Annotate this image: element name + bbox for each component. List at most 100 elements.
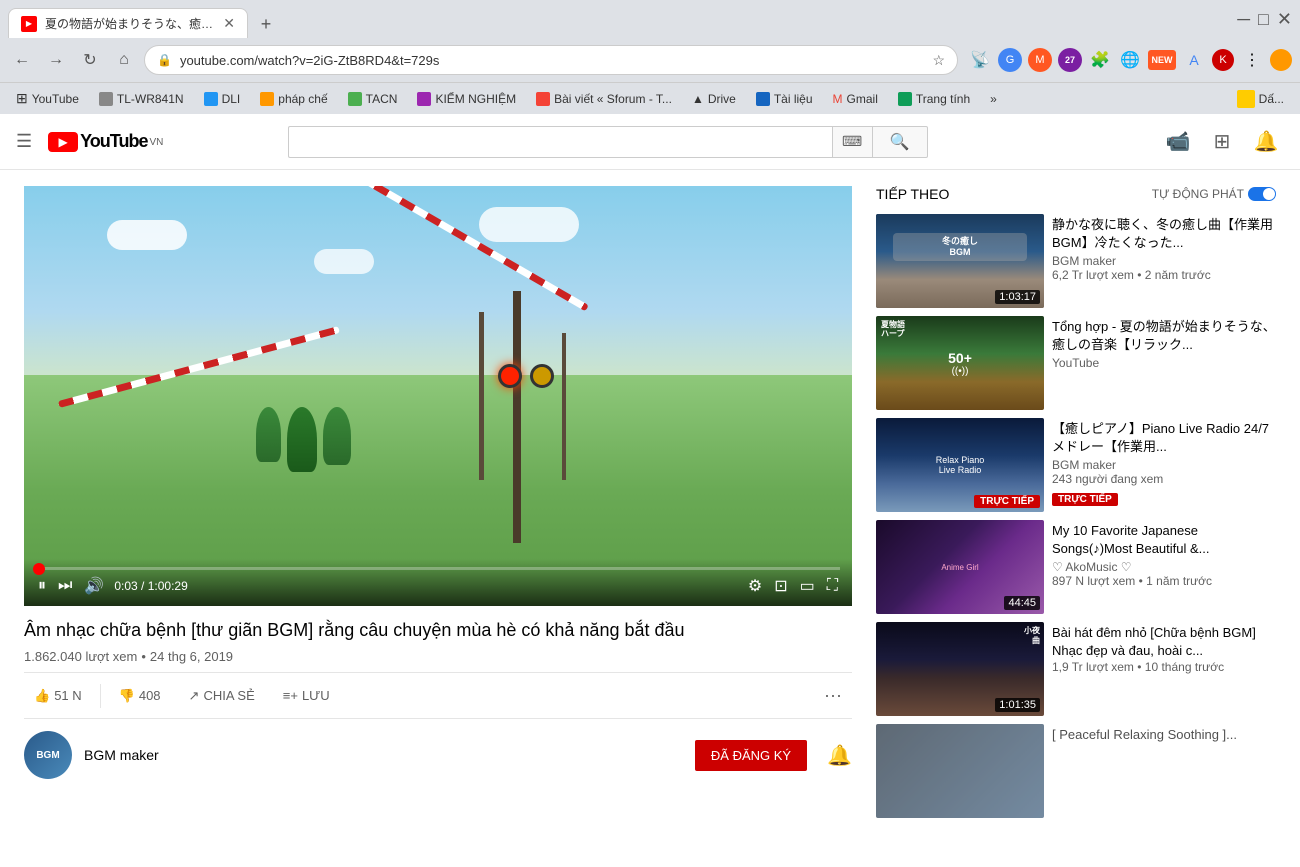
dislike-button[interactable]: 👎 408 — [109, 682, 171, 710]
bookmark-docs[interactable]: Tài liệu — [748, 90, 821, 108]
ext-icon-5[interactable]: 🌐 — [1118, 48, 1142, 72]
bookmark-router[interactable]: TL-WR841N — [91, 90, 192, 108]
new-tab-button[interactable]: + — [252, 10, 280, 38]
active-tab[interactable]: 夏の物語が始まりそうな、癒し... ✕ — [8, 8, 248, 38]
notification-button[interactable]: 🔔 — [1248, 124, 1284, 160]
bookmark-phap-che[interactable]: pháp chế — [252, 90, 335, 108]
bookmark-dli[interactable]: DLI — [196, 90, 249, 108]
bookmark-more[interactable]: » — [982, 90, 1005, 108]
tree-1 — [256, 407, 281, 462]
sidebar-video-2[interactable]: 夏物語ハープ 50+ ((•)) Tổng hợp - 夏の物語が始まりそうな、… — [876, 316, 1276, 410]
channel-avatar[interactable]: BGM — [24, 731, 72, 779]
close-button[interactable]: ✕ — [1277, 9, 1292, 30]
channel-name[interactable]: BGM maker — [84, 747, 159, 763]
cloud-3 — [314, 249, 374, 274]
sidebar-thumb-3: Relax PianoLive Radio TRỰC TIẾP — [876, 418, 1044, 512]
sidebar-video-title-1: 静かな夜に聴く、冬の癒し曲【作業用BGM】冷たくなった... — [1052, 216, 1276, 252]
ext-red-icon[interactable]: K — [1212, 49, 1234, 71]
volume-button[interactable]: 🔊 — [82, 574, 106, 598]
sidebar-video-1[interactable]: 冬の癒しBGM 1:03:17 静かな夜に聴く、冬の癒し曲【作業用BGM】冷たく… — [876, 214, 1276, 308]
share-button[interactable]: ↗ CHIA SẺ — [179, 682, 265, 710]
bookmark-sheets[interactable]: Trang tính — [890, 90, 978, 108]
sidebar-video-4[interactable]: Anime Girl 44:45 My 10 Favorite Japanese… — [876, 520, 1276, 614]
apps-button[interactable]: ⊞ — [1204, 124, 1240, 160]
sidebar-video-5[interactable]: 小夜曲 1:01:35 Bài hát đêm nhỏ [Chữa bệnh B… — [876, 622, 1276, 716]
bookmark-kiem-nghiem[interactable]: KIỂM NGHIỆM — [409, 90, 524, 108]
theater-button[interactable]: ▭ — [798, 574, 817, 598]
play-pause-button[interactable]: ⏸ — [36, 575, 48, 597]
bookmark-tacn[interactable]: TACN — [340, 90, 406, 108]
sidebar-video-title-6: [ Peaceful Relaxing Soothing ]... — [1052, 726, 1276, 744]
miniplayer-button[interactable]: ⊡ — [772, 574, 789, 598]
address-icons: ☆ — [932, 52, 945, 69]
ext-icon-1[interactable]: G — [998, 48, 1022, 72]
autoplay-toggle[interactable] — [1248, 187, 1276, 201]
sidebar-video-3[interactable]: Relax PianoLive Radio TRỰC TIẾP 【癒しピアノ】P… — [876, 418, 1276, 512]
bookmark-drive-label: Drive — [708, 92, 736, 106]
ext-icon-4[interactable]: 🧩 — [1088, 48, 1112, 72]
reload-button[interactable]: ↻ — [76, 46, 104, 74]
dislike-icon: 👎 — [119, 688, 135, 704]
forward-button[interactable]: → — [42, 46, 70, 74]
like-button[interactable]: 👍 51 N — [24, 682, 92, 710]
subscribe-button[interactable]: ĐÃ ĐĂNG KÝ — [695, 740, 807, 771]
sidebar-thumb-5: 小夜曲 1:01:35 — [876, 622, 1044, 716]
channel-row: BGM BGM maker ĐÃ ĐĂNG KÝ 🔔 — [24, 731, 852, 779]
bookmark-drive[interactable]: ▲ Drive — [684, 90, 744, 108]
keyboard-icon[interactable]: ⌨ — [832, 126, 872, 158]
sidebar-video-6[interactable]: [ Peaceful Relaxing Soothing ]... — [876, 724, 1276, 818]
search-button[interactable]: 🔍 — [872, 126, 928, 158]
address-box[interactable]: 🔒 youtube.com/watch?v=2iG-ZtB8RD4&t=729s… — [144, 45, 958, 75]
settings-button[interactable]: ⚙ — [746, 574, 764, 598]
profile-icon[interactable] — [1270, 49, 1292, 71]
minimize-button[interactable]: ─ — [1237, 9, 1250, 30]
ext-new-badge[interactable]: NEW — [1148, 50, 1176, 70]
like-icon: 👍 — [34, 688, 50, 704]
fullscreen-button[interactable]: ⛶ — [825, 575, 840, 597]
dot-separator: • — [141, 649, 146, 664]
header-actions: 📹 ⊞ 🔔 — [1160, 124, 1284, 160]
back-button[interactable]: ← — [8, 46, 36, 74]
save-button[interactable]: ≡+ LƯU — [273, 682, 340, 709]
video-title: Âm nhạc chữa bệnh [thư giãn BGM] rằng câ… — [24, 618, 852, 643]
more-tools-icon[interactable]: ⋮ — [1240, 48, 1264, 72]
ext-icon-3[interactable]: 27 — [1058, 48, 1082, 72]
menu-icon[interactable]: ☰ — [16, 131, 32, 152]
sidebar-live-badge-3: TRỰC TIẾP — [974, 495, 1040, 508]
railroad-pole — [513, 291, 521, 543]
video-scene — [24, 186, 852, 606]
progress-bar[interactable] — [36, 567, 840, 570]
bookmark-star-icon[interactable]: ☆ — [932, 52, 945, 69]
utility-pole-1 — [479, 312, 484, 480]
sidebar-thumb-6 — [876, 724, 1044, 818]
tab-area: 夏の物語が始まりそうな、癒し... ✕ + — [8, 0, 280, 38]
bookmark-starred[interactable]: Dấ... — [1229, 88, 1292, 110]
share-icon: ↗ — [189, 688, 200, 704]
bookmark-starred-label: Dấ... — [1259, 92, 1284, 106]
cast-icon[interactable]: 📡 — [968, 48, 992, 72]
upload-button[interactable]: 📹 — [1160, 124, 1196, 160]
search-input[interactable] — [288, 126, 832, 158]
bookmark-gmail[interactable]: M Gmail — [825, 90, 886, 108]
title-bar: 夏の物語が始まりそうな、癒し... ✕ + ─ □ ✕ — [0, 0, 1300, 38]
translate-icon[interactable]: A — [1182, 48, 1206, 72]
yt-logo[interactable]: YouTube VN — [48, 131, 163, 152]
autoplay-toggle-area[interactable]: TỰ ĐỘNG PHÁT — [1152, 187, 1276, 201]
video-meta: 1.862.040 lượt xem • 24 thg 6, 2019 — [24, 649, 852, 664]
channel-bell-icon[interactable]: 🔔 — [827, 743, 852, 768]
more-actions-button[interactable]: ··· — [814, 679, 852, 712]
home-button[interactable]: ⌂ — [110, 46, 138, 74]
browser-frame: 夏の物語が始まりそうな、癒し... ✕ + ─ □ ✕ ← → ↻ ⌂ 🔒 yo… — [0, 0, 1300, 867]
sidebar-video-title-4: My 10 Favorite Japanese Songs(♪)Most Bea… — [1052, 522, 1276, 558]
bookmark-dli-label: DLI — [222, 92, 241, 106]
tab-close-button[interactable]: ✕ — [223, 15, 235, 32]
ext-icon-2[interactable]: M — [1028, 48, 1052, 72]
next-button[interactable]: ⏭ — [56, 575, 74, 597]
video-column: ⏸ ⏭ 🔊 0:03 / 1:00:29 ⚙ ⊡ — [24, 186, 852, 867]
video-player[interactable]: ⏸ ⏭ 🔊 0:03 / 1:00:29 ⚙ ⊡ — [24, 186, 852, 606]
time-display: 0:03 / 1:00:29 — [114, 579, 187, 593]
maximize-button[interactable]: □ — [1258, 9, 1269, 30]
bookmark-sheets-label: Trang tính — [916, 92, 970, 106]
bookmark-apps[interactable]: ⊞ YouTube — [8, 88, 87, 109]
bookmark-sforum[interactable]: Bài viết « Sforum - T... — [528, 90, 680, 108]
